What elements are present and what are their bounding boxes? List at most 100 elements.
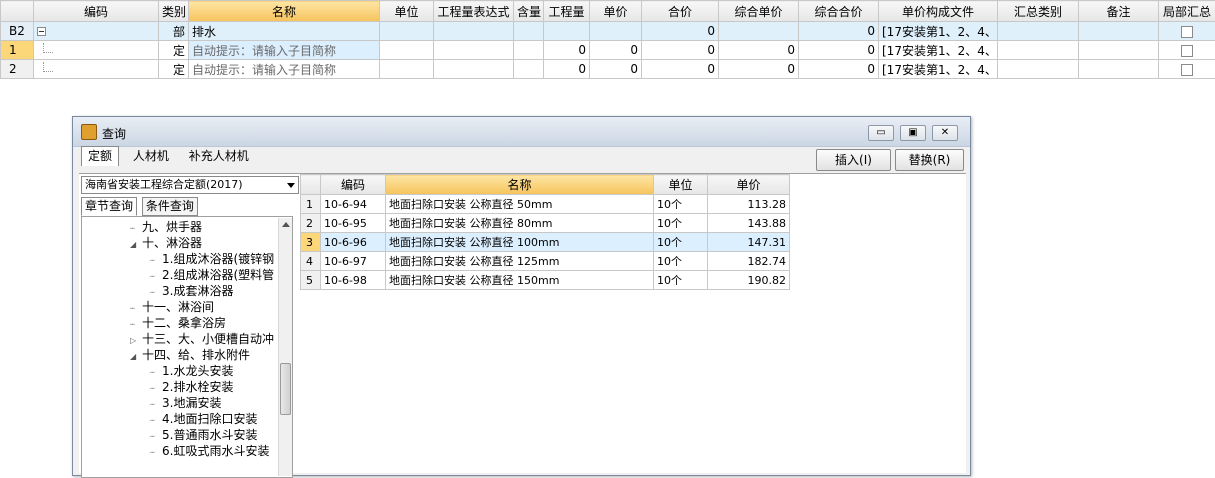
comp-total-cell[interactable]: 0 (799, 41, 879, 60)
price-file-cell[interactable]: [17安装第1、2、4、1 (879, 41, 998, 60)
comp-price-cell[interactable]: 0 (719, 60, 799, 79)
expr-cell[interactable] (434, 60, 514, 79)
row-header[interactable]: 1 (1, 41, 34, 60)
type-cell[interactable]: 部 (159, 22, 189, 41)
minimize-button[interactable]: ▭ (868, 125, 894, 141)
tab-supplement-labor-material[interactable]: 补充人材机 (183, 147, 255, 167)
col-header-local-sum[interactable]: 局部汇总 (1159, 1, 1215, 22)
comp-total-cell[interactable]: 0 (799, 22, 879, 41)
table-row[interactable]: 2 10-6-95 地面扫除口安装 公称直径 80mm 10个 143.88 (301, 214, 790, 233)
expand-toggle-icon[interactable]: ◢ (130, 237, 142, 253)
table-row[interactable]: 4 10-6-97 地面扫除口安装 公称直径 125mm 10个 182.74 (301, 252, 790, 271)
tree-node[interactable]: ┄1.组成沐浴器(镀锌钢 (150, 251, 274, 267)
comp-price-cell[interactable]: 0 (719, 41, 799, 60)
name-cell[interactable]: 地面扫除口安装 公称直径 100mm (386, 233, 654, 252)
col-header-name[interactable]: 名称 (189, 1, 380, 22)
name-cell[interactable]: 地面扫除口安装 公称直径 50mm (386, 195, 654, 214)
price-cell[interactable]: 182.74 (708, 252, 790, 271)
code-cell[interactable]: 10-6-94 (321, 195, 386, 214)
tree-node[interactable]: ▷十三、大、小便槽自动冲 (130, 331, 274, 347)
table-row[interactable]: 1 定 自动提示：请输入子目简称 0 0 0 0 0 [17安装第1、2、4、1 (1, 41, 1215, 60)
price-cell[interactable] (590, 22, 642, 41)
sum-type-cell[interactable] (998, 60, 1079, 79)
code-cell[interactable]: 10-6-98 (321, 271, 386, 290)
col-header-unit[interactable]: 单位 (380, 1, 434, 22)
row-number[interactable]: 5 (301, 271, 321, 290)
col-header-code[interactable]: 编码 (34, 1, 159, 22)
row-number[interactable]: 4 (301, 252, 321, 271)
col-header-sum-type[interactable]: 汇总类别 (998, 1, 1079, 22)
price-cell[interactable]: 143.88 (708, 214, 790, 233)
unit-cell[interactable] (380, 60, 434, 79)
col-header-expr[interactable]: 工程量表达式 (434, 1, 514, 22)
unit-cell[interactable]: 10个 (654, 252, 708, 271)
name-cell[interactable]: 自动提示：请输入子目简称 (189, 60, 380, 79)
scroll-up-icon[interactable] (282, 222, 290, 227)
tree-node[interactable]: ┄6.虹吸式雨水斗安装 (150, 443, 269, 459)
expr-cell[interactable] (434, 22, 514, 41)
col-header-remark[interactable]: 备注 (1079, 1, 1159, 22)
local-sum-cell[interactable] (1159, 60, 1215, 79)
local-sum-cell[interactable] (1159, 41, 1215, 60)
local-sum-checkbox[interactable] (1181, 64, 1193, 76)
dialog-titlebar[interactable]: 查询 ▭ ▣ ✕ (73, 117, 970, 147)
qty-cell[interactable]: 0 (544, 41, 590, 60)
col-header-type[interactable]: 类别 (159, 1, 189, 22)
col-header-price[interactable]: 单价 (708, 175, 790, 195)
col-header-comp-total[interactable]: 综合合价 (799, 1, 879, 22)
total-cell[interactable]: 0 (642, 22, 719, 41)
col-header-name[interactable]: 名称 (386, 175, 654, 195)
local-sum-cell[interactable] (1159, 22, 1215, 41)
content-cell[interactable] (514, 22, 544, 41)
col-header-total[interactable]: 合价 (642, 1, 719, 22)
col-header-code[interactable]: 编码 (321, 175, 386, 195)
tree-node[interactable]: ┄2.排水栓安装 (150, 379, 233, 395)
type-cell[interactable]: 定 (159, 41, 189, 60)
code-cell[interactable] (34, 22, 159, 41)
close-button[interactable]: ✕ (932, 125, 958, 141)
unit-cell[interactable]: 10个 (654, 233, 708, 252)
tab-condition-search[interactable]: 条件查询 (142, 197, 198, 216)
content-cell[interactable] (514, 60, 544, 79)
price-file-cell[interactable]: [17安装第1、2、4、1 (879, 60, 998, 79)
price-cell[interactable]: 0 (590, 60, 642, 79)
tree-scrollbar[interactable] (278, 218, 292, 476)
sum-type-cell[interactable] (998, 41, 1079, 60)
remark-cell[interactable] (1079, 22, 1159, 41)
qty-cell[interactable]: 0 (544, 60, 590, 79)
content-cell[interactable] (514, 41, 544, 60)
expr-cell[interactable] (434, 41, 514, 60)
col-header-comp-price[interactable]: 综合单价 (719, 1, 799, 22)
insert-button[interactable]: 插入(I) (816, 149, 891, 171)
tree-node[interactable]: ┄2.组成淋浴器(塑料管 (150, 267, 274, 283)
table-row[interactable]: 3 10-6-96 地面扫除口安装 公称直径 100mm 10个 147.31 (301, 233, 790, 252)
replace-button[interactable]: 替换(R) (895, 149, 964, 171)
table-row[interactable]: B2 部 排水 0 0 [17安装第1、2、4、1 (1, 22, 1215, 41)
col-header-price[interactable]: 单价 (590, 1, 642, 22)
row-number[interactable]: 1 (301, 195, 321, 214)
name-cell[interactable]: 地面扫除口安装 公称直径 150mm (386, 271, 654, 290)
type-cell[interactable]: 定 (159, 60, 189, 79)
price-cell[interactable]: 113.28 (708, 195, 790, 214)
table-row[interactable]: 5 10-6-98 地面扫除口安装 公称直径 150mm 10个 190.82 (301, 271, 790, 290)
row-number[interactable]: 3 (301, 233, 321, 252)
total-cell[interactable]: 0 (642, 60, 719, 79)
unit-cell[interactable] (380, 22, 434, 41)
name-cell[interactable]: 地面扫除口安装 公称直径 80mm (386, 214, 654, 233)
qty-cell[interactable] (544, 22, 590, 41)
unit-cell[interactable]: 10个 (654, 271, 708, 290)
col-header-unit[interactable]: 单位 (654, 175, 708, 195)
code-cell[interactable]: 10-6-95 (321, 214, 386, 233)
code-cell[interactable] (34, 60, 159, 79)
tree-node[interactable]: ┄4.地面扫除口安装 (150, 411, 257, 427)
tab-quota[interactable]: 定额 (81, 146, 119, 166)
tree-node[interactable]: ◢十、淋浴器 (130, 235, 202, 251)
remark-cell[interactable] (1079, 60, 1159, 79)
sum-type-cell[interactable] (998, 22, 1079, 41)
table-row[interactable]: 2 定 自动提示：请输入子目简称 0 0 0 0 0 [17安装第1、2、4、1 (1, 60, 1215, 79)
tree-node[interactable]: ┄3.地漏安装 (150, 395, 221, 411)
tab-labor-material[interactable]: 人材机 (127, 147, 175, 167)
name-cell[interactable]: 地面扫除口安装 公称直径 125mm (386, 252, 654, 271)
comp-total-cell[interactable]: 0 (799, 60, 879, 79)
total-cell[interactable]: 0 (642, 41, 719, 60)
